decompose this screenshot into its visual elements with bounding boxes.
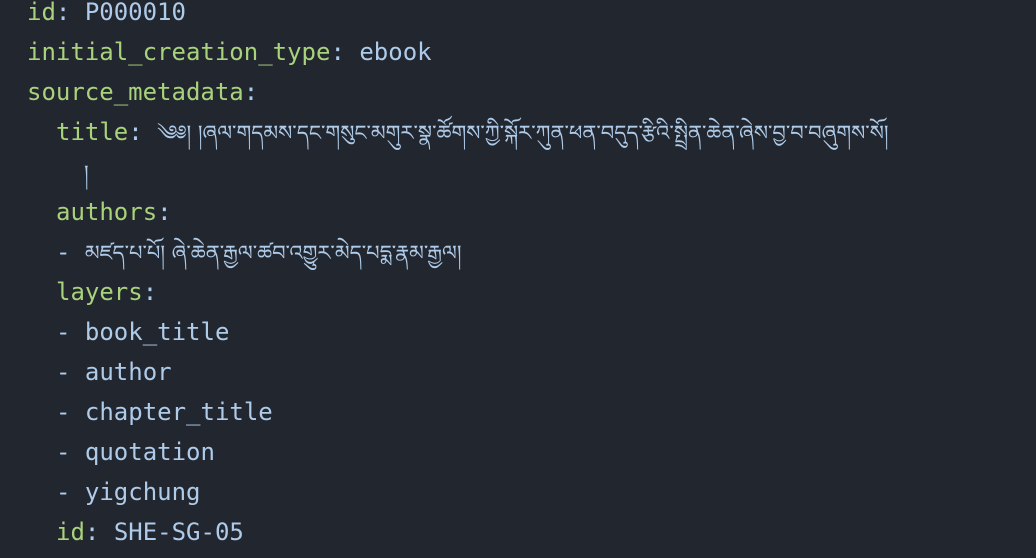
line-id: id: P000010 — [0, 0, 186, 32]
list-dash: - — [56, 318, 85, 346]
yaml-key-title: title — [56, 118, 129, 146]
list-item: - མཛད་པ་པོ། ཞེ་ཆེན་རྒྱལ་ཚབ་འགྱུར་མེད་པདྨ… — [0, 232, 462, 272]
line-layers: layers: — [0, 272, 157, 312]
yaml-value-initial-creation-type: ebook — [359, 38, 432, 66]
yaml-key-authors: authors — [56, 198, 158, 226]
colon: : — [330, 38, 360, 66]
colon: : — [84, 518, 114, 546]
yaml-key-source-metadata: source_metadata — [27, 78, 244, 106]
list-dash: - — [56, 358, 85, 386]
yaml-value-layer: quotation — [84, 438, 215, 466]
colon: : — [157, 198, 172, 226]
yaml-value-id: P000010 — [84, 0, 186, 26]
yaml-value-layer: chapter_title — [84, 398, 273, 426]
line-initial-creation-type: initial_creation_type: ebook — [0, 32, 432, 72]
line-title: title: ༄༅། །ཞལ་གདམས་དང་གསུང་མགུར་སྣ་ཚོགས… — [0, 112, 889, 152]
yaml-value-layer: author — [84, 358, 172, 386]
yaml-value-layer: yigchung — [84, 478, 201, 506]
line-authors: authors: — [0, 192, 172, 232]
yaml-value-title-continuation: ། — [84, 161, 89, 185]
yaml-code-view: id: P000010 initial_creation_type: ebook… — [0, 0, 1036, 558]
colon: : — [55, 0, 85, 26]
colon: : — [243, 78, 259, 106]
list-item: - chapter_title — [0, 392, 273, 432]
yaml-value-title: ༄༅། །ཞལ་གདམས་དང་གསུང་མགུར་སྣ་ཚོགས་ཀྱི་སྐ… — [157, 121, 889, 145]
list-dash: - — [56, 398, 85, 426]
list-dash: - — [56, 438, 85, 466]
colon: : — [142, 278, 158, 306]
yaml-key-initial-creation-type: initial_creation_type — [27, 38, 331, 66]
yaml-value-author: མཛད་པ་པོ། ཞེ་ཆེན་རྒྱལ་ཚབ་འགྱུར་མེད་པདྨ་ར… — [84, 241, 462, 265]
line-title-continuation: ། — [0, 152, 89, 192]
list-item: - book_title — [0, 312, 229, 352]
colon: : — [128, 118, 158, 146]
list-item: - yigchung — [0, 472, 201, 512]
list-dash: - — [56, 478, 85, 506]
yaml-key-source-id: id — [56, 518, 85, 546]
list-item: - quotation — [0, 432, 215, 472]
line-source-id: id: SHE-SG-05 — [0, 512, 244, 552]
yaml-key-layers: layers — [56, 278, 143, 306]
line-source-metadata: source_metadata: — [0, 72, 258, 112]
yaml-value-source-id: SHE-SG-05 — [113, 518, 244, 546]
yaml-key-id: id — [27, 0, 56, 26]
yaml-value-layer: book_title — [84, 318, 230, 346]
list-dash: - — [56, 238, 85, 266]
list-item: - author — [0, 352, 172, 392]
